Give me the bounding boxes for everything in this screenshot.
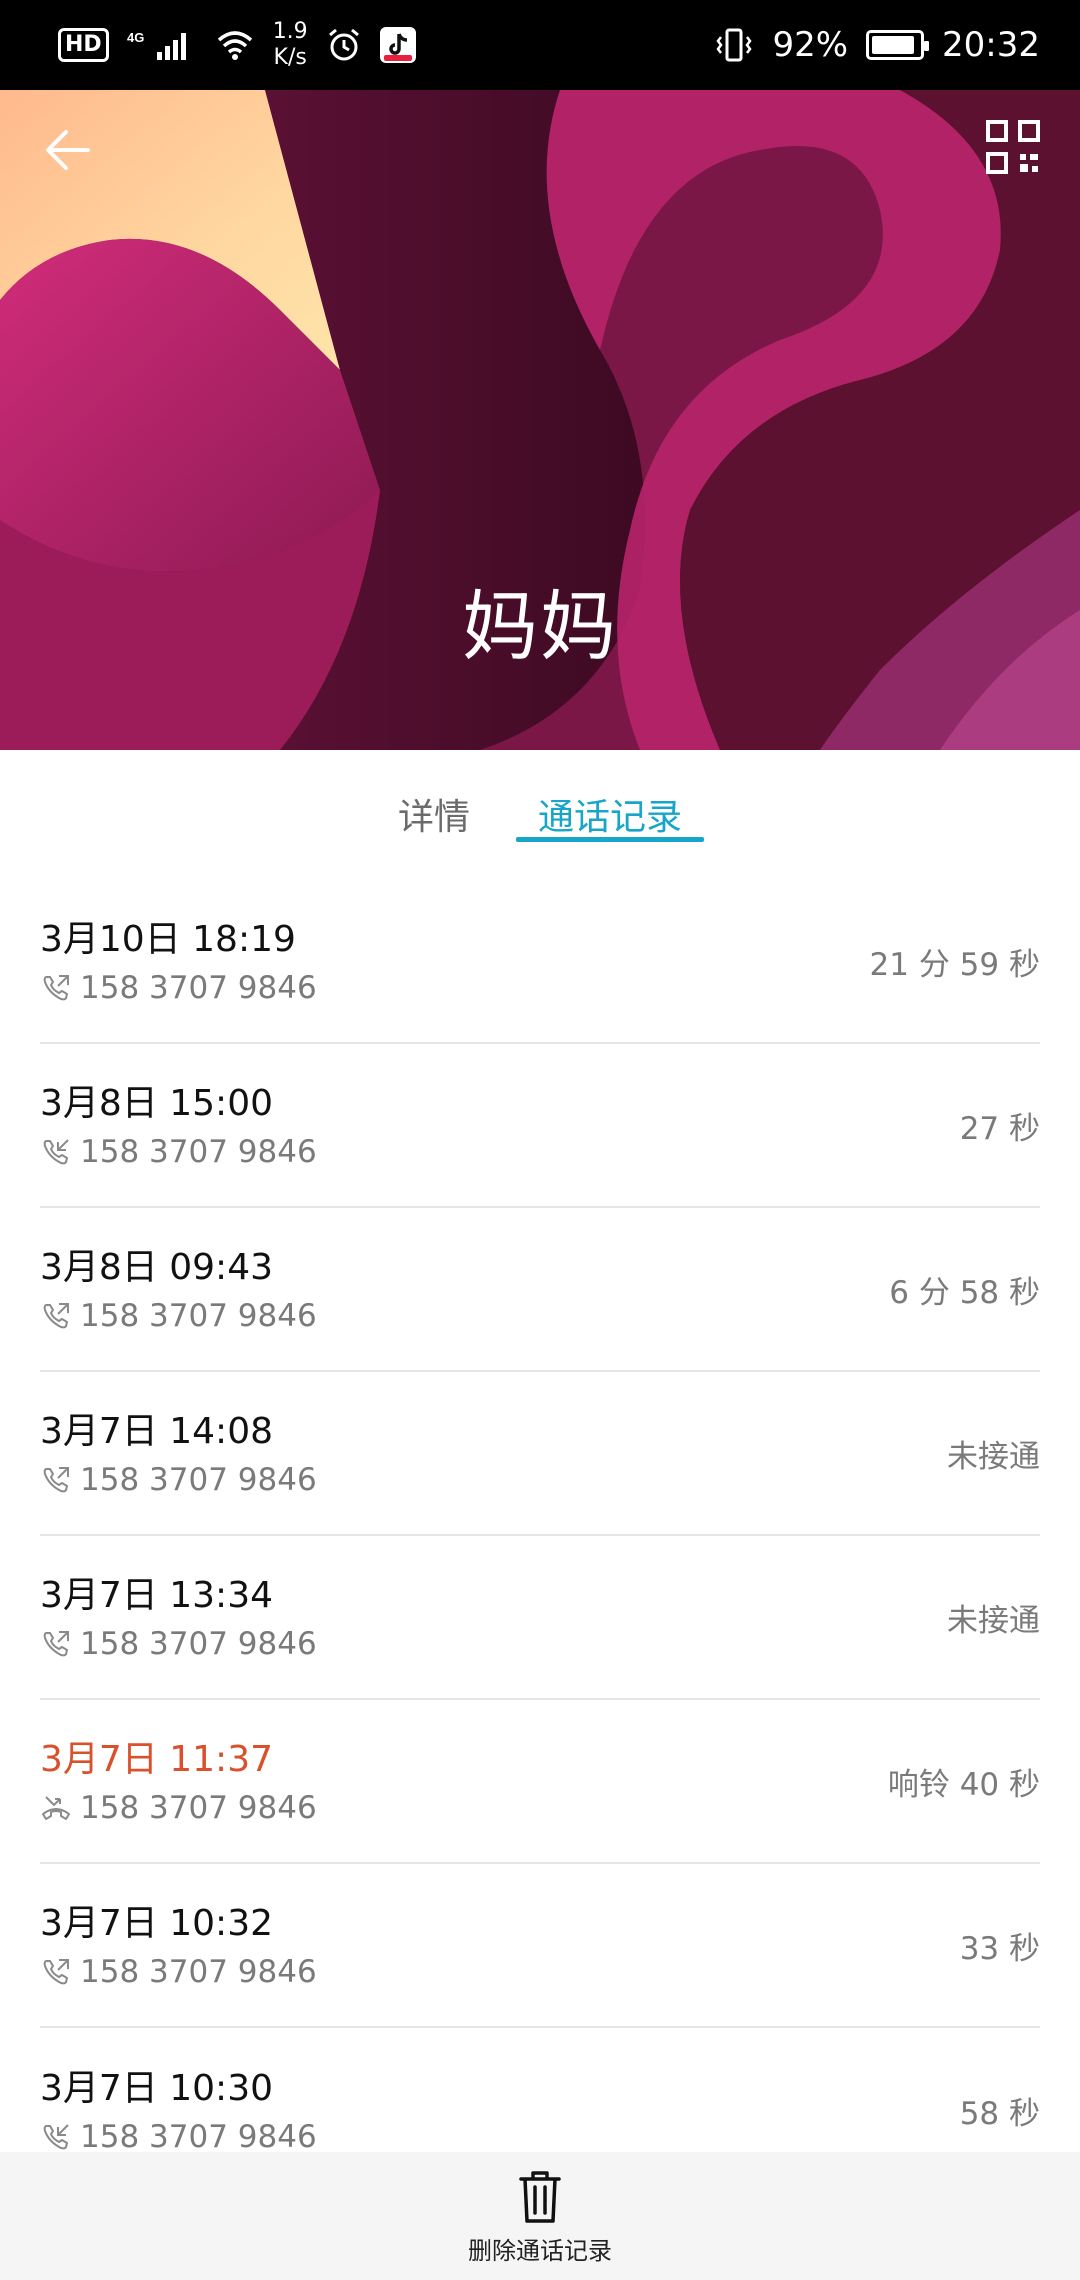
status-bar-left: HD 4G 1.9 K/s [58, 19, 416, 71]
call-log-row[interactable]: 3月7日 14:08 158 3707 9846 未接通 [40, 1372, 1040, 1536]
call-info: 3月8日 09:43 158 3707 9846 [40, 1244, 317, 1334]
call-time: 3月7日 10:30 [40, 2068, 273, 2109]
arrow-left-icon [46, 130, 90, 170]
contact-header: 妈妈 [0, 90, 1080, 750]
call-log-row[interactable]: 3月10日 18:19 158 3707 9846 21 分 59 秒 [40, 880, 1040, 1044]
incoming-call-icon [40, 2121, 72, 2153]
call-number: 158 3707 9846 [80, 1462, 317, 1498]
signal-icon: 4G [127, 28, 197, 62]
call-duration: 21 分 59 秒 [869, 946, 1040, 983]
wifi-icon [215, 28, 255, 62]
call-subline: 158 3707 9846 [40, 1134, 317, 1170]
call-number: 158 3707 9846 [80, 1790, 317, 1826]
tab-bar: 详情 通话记录 [0, 750, 1080, 860]
call-duration: 58 秒 [959, 2095, 1040, 2132]
call-duration: 33 秒 [959, 1930, 1040, 1967]
call-duration: 未接通 [947, 1602, 1040, 1639]
battery-level [872, 36, 915, 54]
tiktok-icon [379, 27, 416, 63]
network-speed: 1.9 K/s [273, 19, 308, 71]
call-subline: 158 3707 9846 [40, 1626, 317, 1662]
call-info: 3月8日 15:00 158 3707 9846 [40, 1080, 317, 1170]
call-number: 158 3707 9846 [80, 970, 317, 1006]
call-duration: 未接通 [947, 1438, 1040, 1475]
call-log-row[interactable]: 3月7日 11:37 158 3707 9846 响铃 40 秒 [40, 1700, 1040, 1864]
call-number: 158 3707 9846 [80, 2119, 317, 2155]
call-log-row[interactable]: 3月8日 15:00 158 3707 9846 27 秒 [40, 1044, 1040, 1208]
qr-code-button[interactable] [986, 120, 1040, 174]
call-number: 158 3707 9846 [80, 1626, 317, 1662]
call-info: 3月7日 11:37 158 3707 9846 [40, 1736, 317, 1826]
call-time: 3月8日 15:00 [40, 1083, 273, 1124]
battery-percent: 92% [772, 25, 849, 65]
call-subline: 158 3707 9846 [40, 1790, 317, 1826]
call-info: 3月7日 13:34 158 3707 9846 [40, 1572, 317, 1662]
trash-icon [519, 2170, 561, 2223]
tab-call-history[interactable]: 通话记录 [516, 750, 705, 850]
qr-code-icon [986, 120, 1040, 174]
back-button[interactable] [40, 118, 104, 182]
call-number: 158 3707 9846 [80, 1298, 317, 1334]
call-subline: 158 3707 9846 [40, 1298, 317, 1334]
call-time: 3月7日 14:08 [40, 1411, 273, 1452]
call-time: 3月7日 10:32 [40, 1903, 273, 1944]
delete-call-history-label: 删除通话记录 [468, 2236, 612, 2265]
call-info: 3月7日 10:32 158 3707 9846 [40, 1900, 317, 1990]
outgoing-call-icon [40, 972, 72, 1004]
call-duration: 27 秒 [959, 1110, 1040, 1147]
call-info: 3月10日 18:19 158 3707 9846 [40, 916, 317, 1006]
call-time: 3月7日 13:34 [40, 1575, 273, 1616]
call-history-list: 3月10日 18:19 158 3707 9846 21 分 59 秒 3月8日 15… [0, 880, 1080, 2192]
call-time: 3月8日 09:43 [40, 1247, 273, 1288]
call-subline: 158 3707 9846 [40, 970, 317, 1006]
call-subline: 158 3707 9846 [40, 1954, 317, 1990]
speed-unit: K/s [273, 45, 307, 70]
call-time: 3月10日 18:19 [40, 919, 296, 960]
call-time: 3月7日 11:37 [40, 1739, 273, 1780]
call-number: 158 3707 9846 [80, 1954, 317, 1990]
call-log-row[interactable]: 3月7日 13:34 158 3707 9846 未接通 [40, 1536, 1040, 1700]
contact-name: 妈妈 [462, 582, 618, 671]
tab-details[interactable]: 详情 [376, 750, 492, 850]
call-number: 158 3707 9846 [80, 1134, 317, 1170]
speed-value: 1.9 [272, 19, 308, 44]
outgoing-call-icon [40, 1464, 72, 1496]
delete-call-history-button[interactable]: 删除通话记录 [0, 2152, 1080, 2280]
outgoing-call-icon [40, 1300, 72, 1332]
alarm-icon [326, 27, 362, 63]
call-info: 3月7日 10:30 158 3707 9846 [40, 2065, 317, 2155]
outgoing-call-icon [40, 1628, 72, 1660]
call-subline: 158 3707 9846 [40, 2119, 317, 2155]
incoming-call-icon [40, 1136, 72, 1168]
call-duration: 6 分 58 秒 [889, 1274, 1040, 1311]
vibrate-icon [714, 27, 754, 63]
status-bar: HD 4G 1.9 K/s 92% 20:32 [0, 0, 1080, 90]
missed-call-icon [40, 1792, 72, 1824]
call-log-row[interactable]: 3月7日 10:32 158 3707 9846 33 秒 [40, 1864, 1040, 2028]
hd-badge: HD [58, 28, 109, 62]
call-log-row[interactable]: 3月8日 09:43 158 3707 9846 6 分 58 秒 [40, 1208, 1040, 1372]
network-type-label: 4G [127, 30, 144, 45]
call-info: 3月7日 14:08 158 3707 9846 [40, 1408, 317, 1498]
battery-icon [866, 30, 930, 60]
call-subline: 158 3707 9846 [40, 1462, 317, 1498]
call-duration: 响铃 40 秒 [887, 1766, 1040, 1803]
status-bar-right: 92% 20:32 [714, 25, 1040, 65]
clock: 20:32 [942, 25, 1040, 65]
outgoing-call-icon [40, 1956, 72, 1988]
